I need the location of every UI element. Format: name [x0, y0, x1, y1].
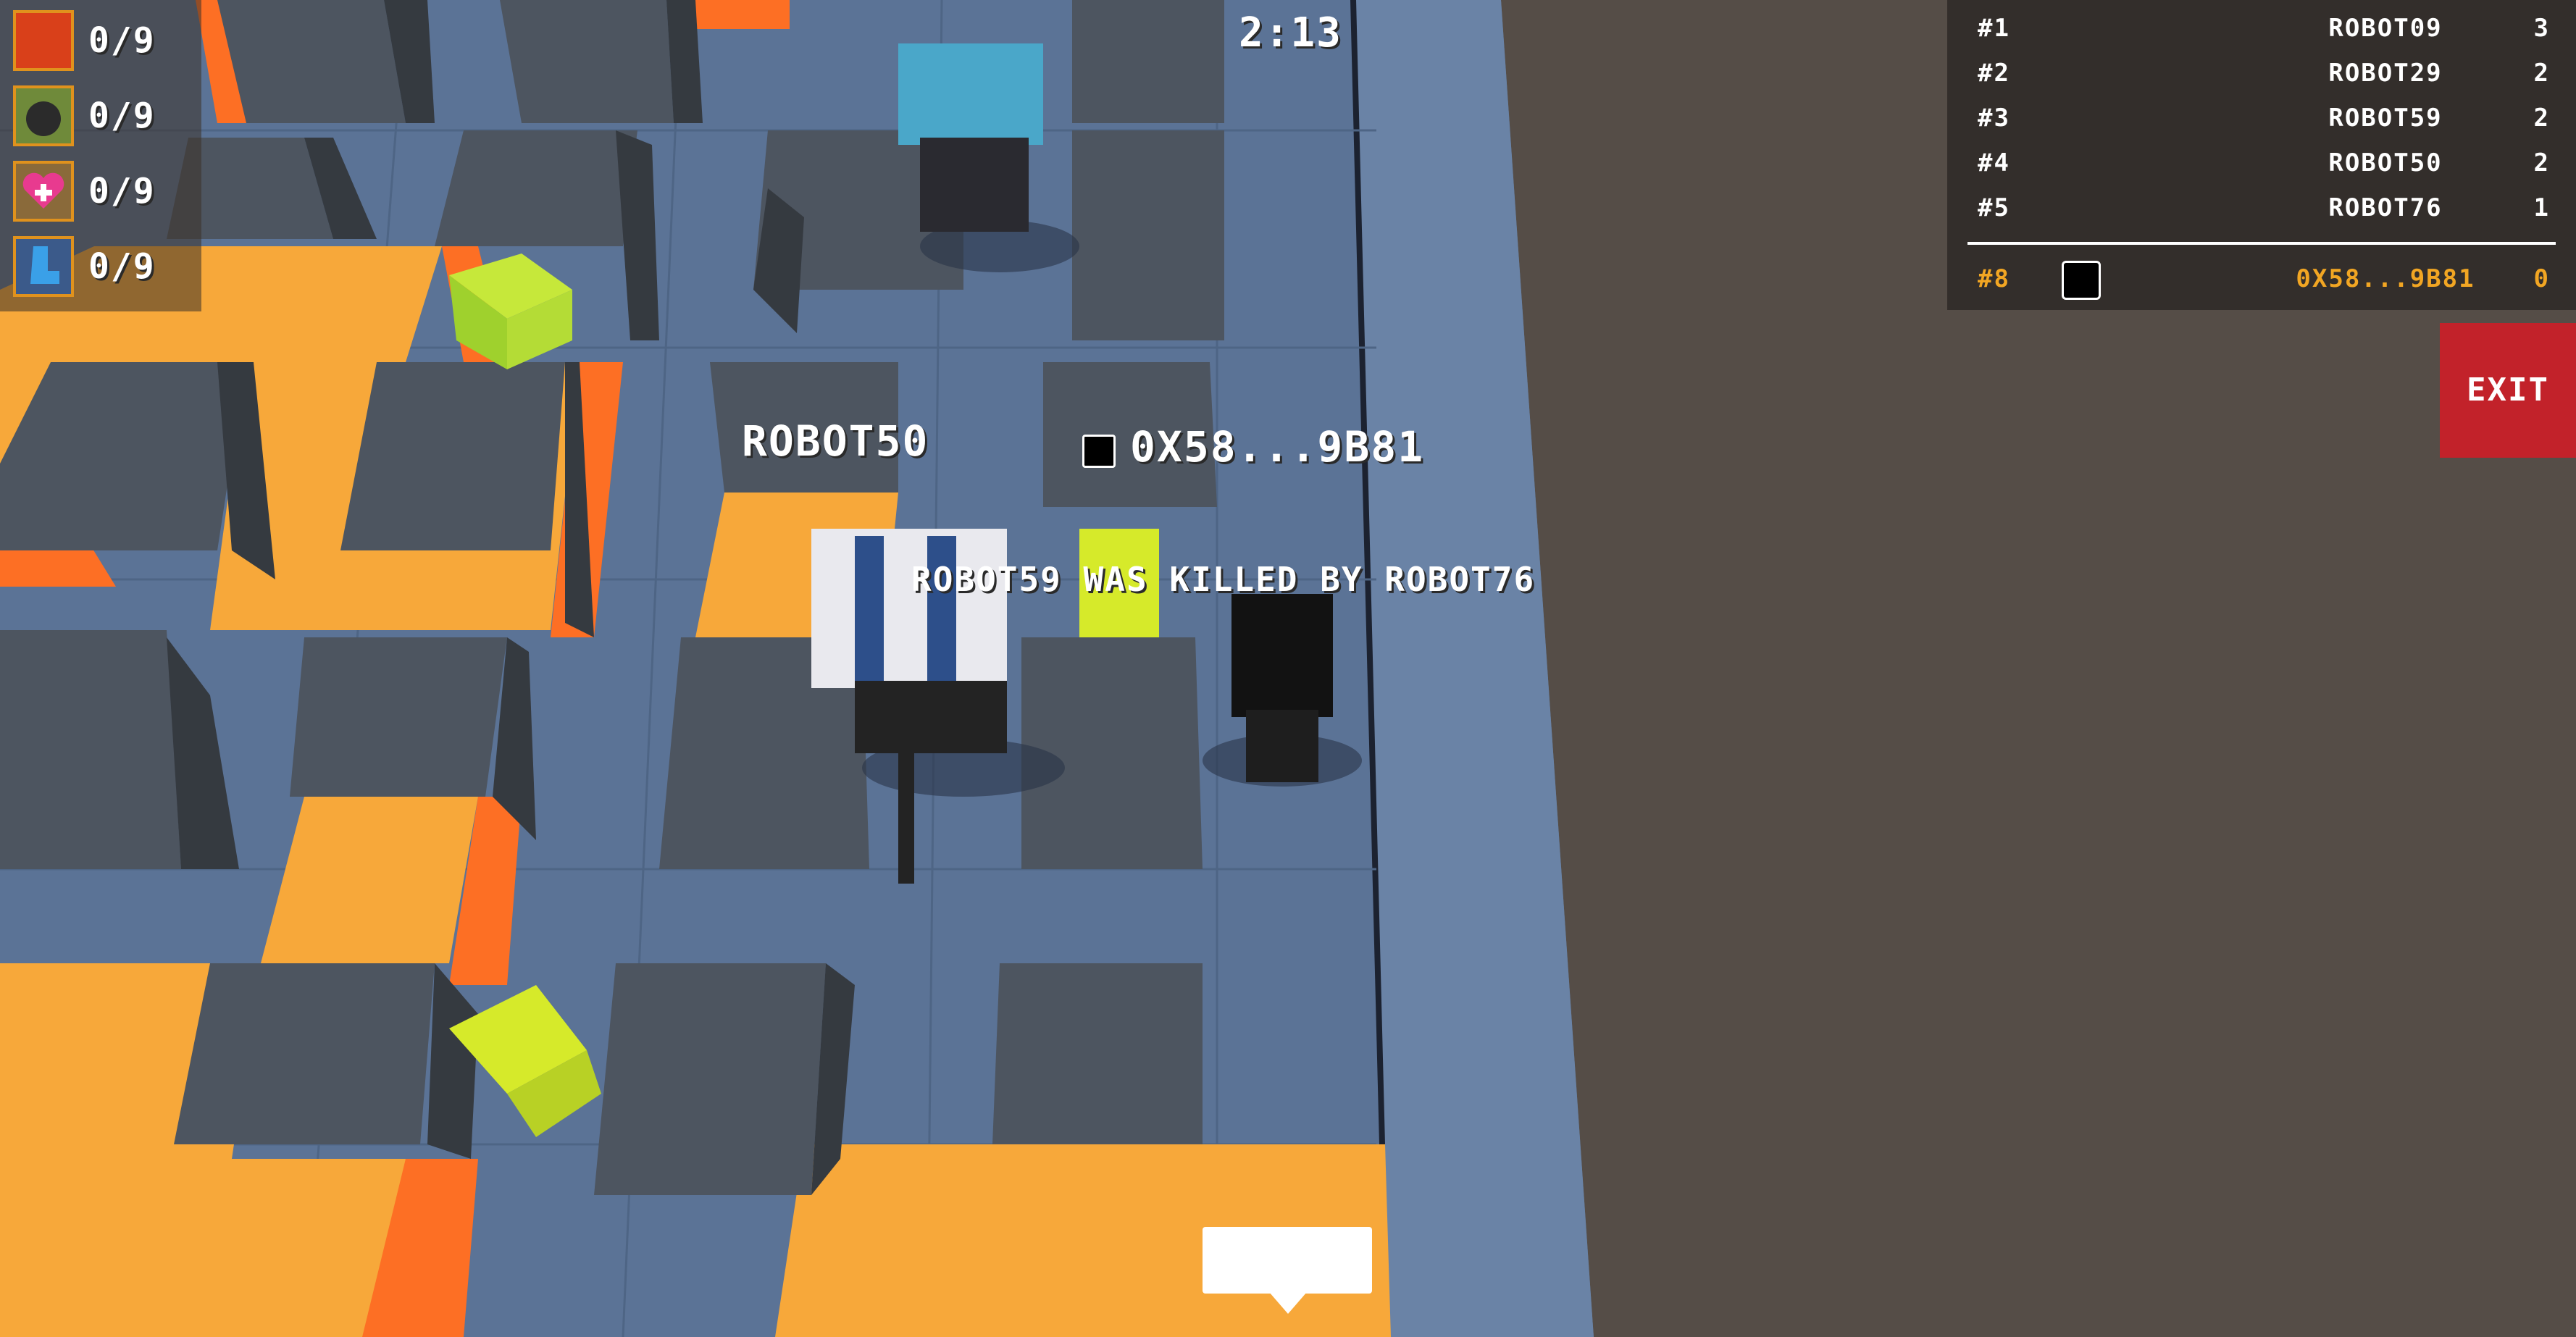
bomb-powerup-icon: [13, 85, 74, 146]
powerup-heart-row: 0/9: [13, 161, 201, 226]
exit-button[interactable]: EXIT: [2440, 323, 2576, 458]
kill-feed-message: ROBOT59 WAS KILLED BY ROBOT76: [911, 560, 1536, 599]
leaderboard-row: #2 ROBOT29 2: [1947, 55, 2576, 91]
leaderboard-rank: #3: [1978, 104, 2010, 133]
powerup-boot-row: 0/9: [13, 236, 201, 301]
leaderboard-score: 3: [2533, 14, 2550, 43]
player-name-label-self: 0X58...9B81: [1130, 422, 1425, 471]
leaderboard-row: #4 ROBOT50 2: [1947, 145, 2576, 181]
leaderboard-player-name: ROBOT09: [2328, 14, 2443, 43]
leaderboard-rank: #4: [1978, 148, 2010, 177]
leaderboard-rank: #5: [1978, 193, 2010, 222]
leaderboard-player-name: ROBOT76: [2328, 193, 2443, 222]
fire-powerup-icon: [13, 10, 74, 71]
leaderboard-rank: #8: [1978, 264, 2010, 293]
leaderboard-score: 2: [2533, 148, 2550, 177]
heart-powerup-icon: [13, 161, 74, 222]
powerup-count: 0/9: [88, 96, 156, 136]
leaderboard-score: 2: [2533, 104, 2550, 133]
leaderboard-score: 1: [2533, 193, 2550, 222]
leaderboard-self-row: #8 0X58...9B81 0: [1947, 261, 2576, 300]
powerup-count: 0/9: [88, 171, 156, 211]
match-timer: 2:13: [1239, 9, 1342, 56]
player-avatar-icon: [2062, 261, 2101, 300]
leaderboard-player-name: ROBOT29: [2328, 59, 2443, 88]
boot-powerup-icon: [13, 236, 74, 297]
leaderboard-player-name: 0X58...9B81: [2296, 264, 2475, 293]
player-name-label-robot50: ROBOT50: [742, 416, 929, 466]
powerup-bomb-row: 0/9: [13, 85, 201, 151]
chat-bubble-box: [1203, 1227, 1372, 1294]
player-avatar-icon: [1082, 435, 1116, 468]
leaderboard-player-name: ROBOT59: [2328, 104, 2443, 133]
chat-bubble-button[interactable]: [1203, 1227, 1372, 1318]
leaderboard-row: #5 ROBOT76 1: [1947, 190, 2576, 226]
leaderboard-rank: #2: [1978, 59, 2010, 88]
leaderboard-score: 0: [2533, 264, 2550, 293]
leaderboard-score: 2: [2533, 59, 2550, 88]
powerup-count: 0/9: [88, 20, 156, 61]
leaderboard-player-name: ROBOT50: [2328, 148, 2443, 177]
powerup-fire-row: 0/9: [13, 10, 201, 75]
leaderboard-row: #1 ROBOT09 3: [1947, 10, 2576, 46]
leaderboard-divider: [1967, 242, 2556, 245]
leaderboard-row: #3 ROBOT59 2: [1947, 100, 2576, 136]
leaderboard: #1 ROBOT09 3 #2 ROBOT29 2 #3 ROBOT59 2 #…: [1947, 0, 2576, 310]
powerup-panel: 0/9 0/9 0/9 0/9: [0, 0, 201, 311]
powerup-count: 0/9: [88, 246, 156, 287]
chat-bubble-tail: [1269, 1292, 1307, 1314]
leaderboard-rank: #1: [1978, 14, 2010, 43]
